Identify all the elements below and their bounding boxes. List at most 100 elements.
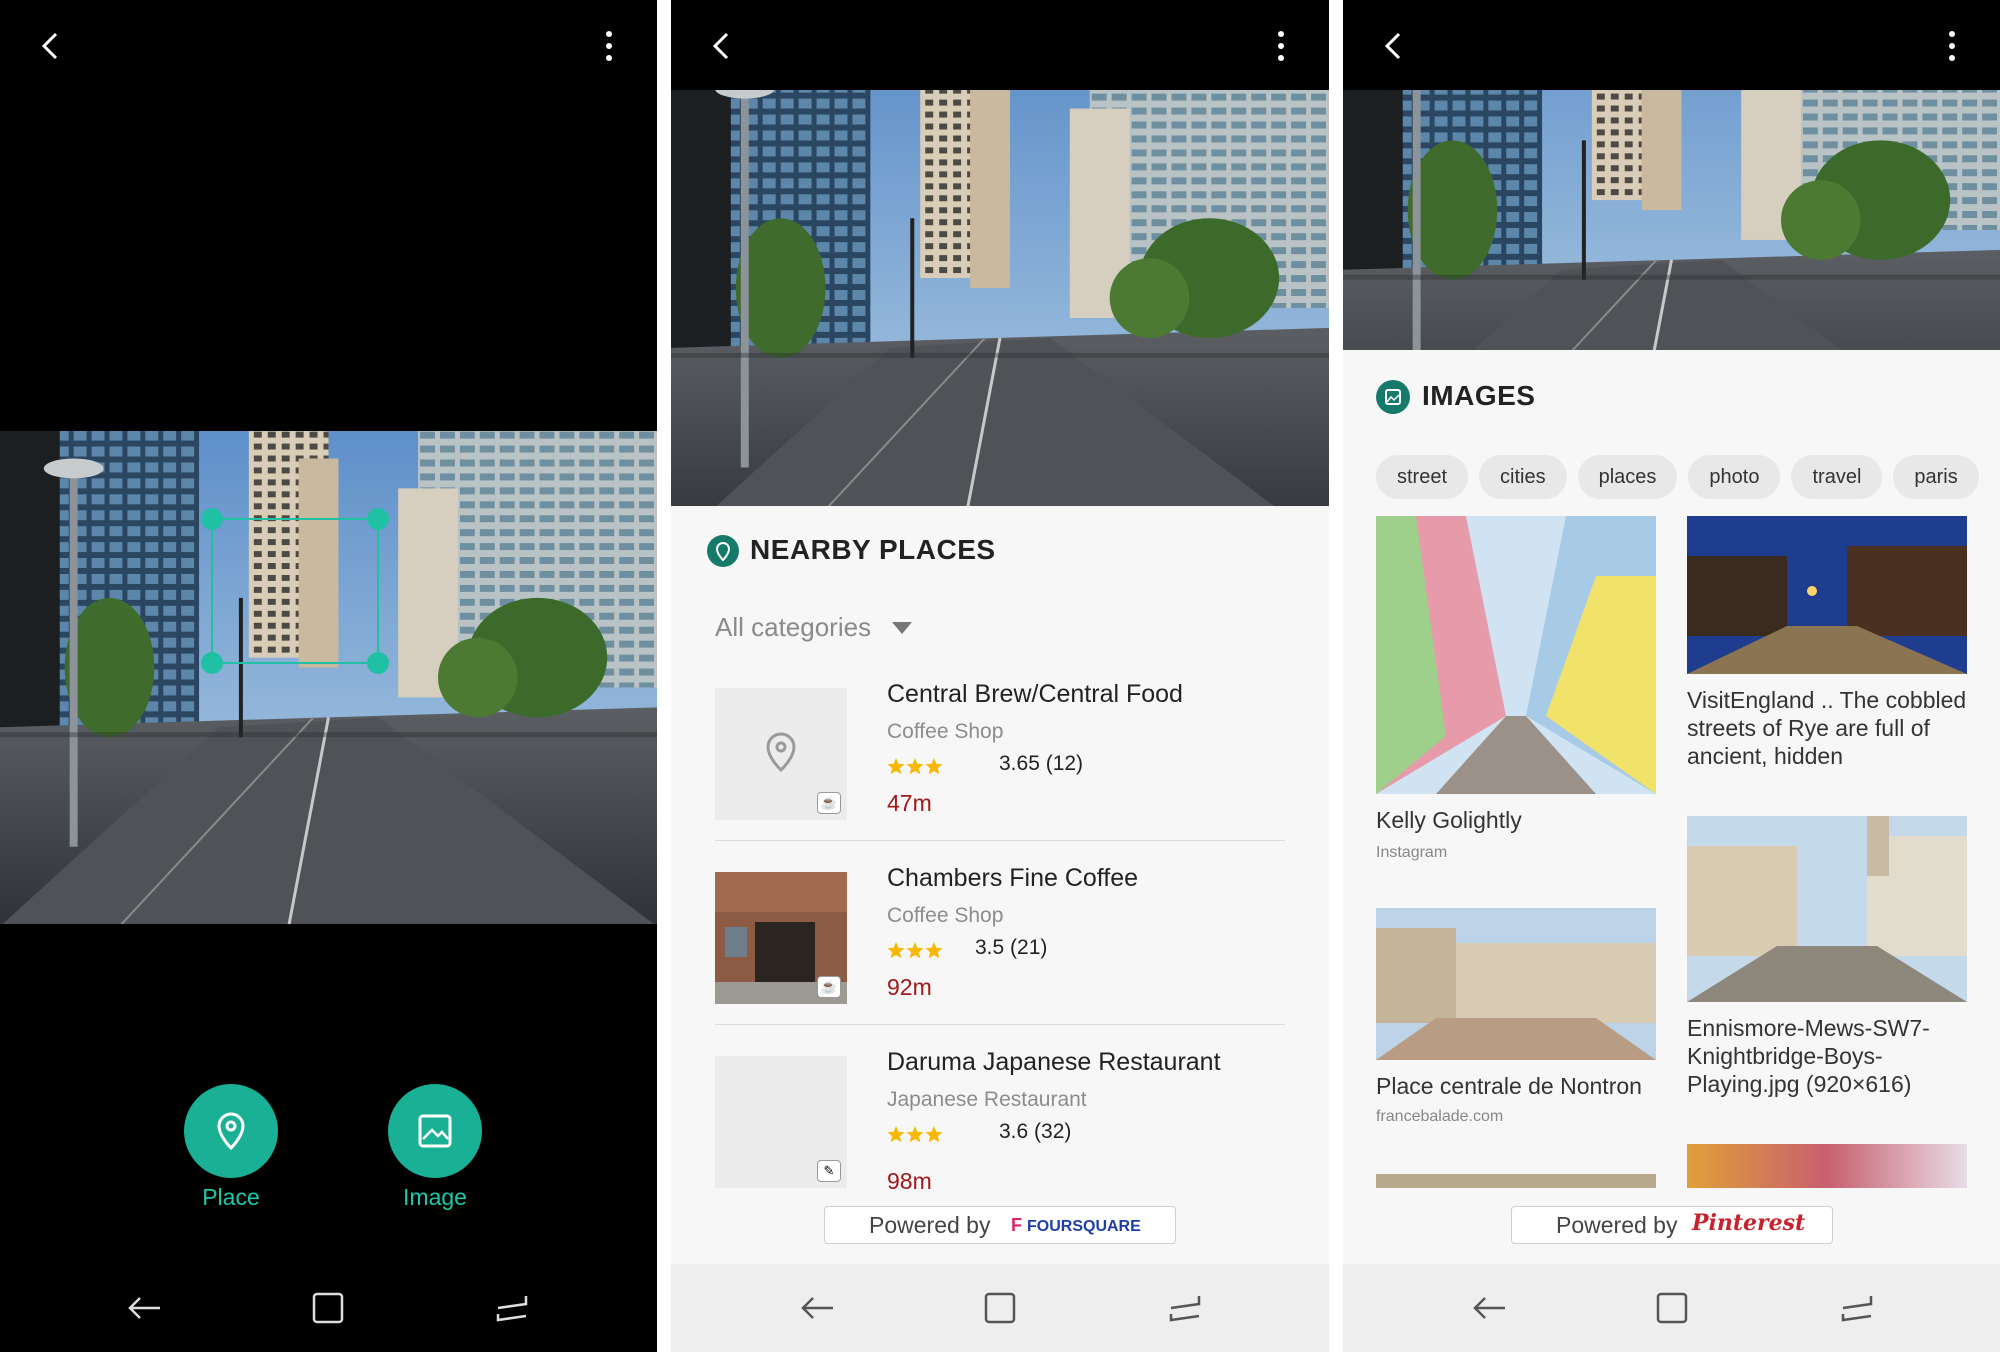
nav-recents-icon[interactable] — [488, 1284, 536, 1332]
star-icon — [925, 1126, 943, 1143]
top-bar — [0, 0, 657, 90]
section-title: IMAGES — [1422, 380, 1536, 411]
scene-photo — [671, 90, 1329, 506]
foursquare-logo: F FOURSQUARE — [1011, 1215, 1141, 1235]
top-bar — [671, 0, 1329, 90]
dropdown-arrow-icon — [892, 622, 913, 634]
nav-back-icon[interactable] — [793, 1284, 841, 1332]
place-category: Coffee Shop — [887, 904, 1004, 927]
image-label: Image — [403, 1184, 467, 1210]
scene-photo — [1343, 90, 2000, 350]
tag-chip[interactable]: paris — [1893, 455, 1979, 499]
crop-handle[interactable] — [367, 652, 389, 674]
category-dropdown[interactable]: All categories — [715, 612, 913, 643]
system-nav-bar — [671, 1264, 1329, 1352]
selection-box[interactable] — [201, 508, 389, 674]
image-caption: VisitEngland .. The cobbled streets of R… — [1687, 687, 1967, 769]
image-icon — [418, 1114, 452, 1148]
images-screen: IMAGES street cities places photo travel pari… — [1343, 0, 2000, 1352]
star-icon — [925, 942, 943, 959]
nav-home-icon[interactable] — [304, 1284, 352, 1332]
image-result-card[interactable]: Place centrale de Nontron francebalade.c… — [1376, 908, 1656, 1128]
result-image — [1376, 516, 1656, 794]
image-result-card[interactable] — [1376, 1174, 1656, 1188]
crop-handle[interactable] — [367, 508, 389, 530]
crop-handle[interactable] — [201, 508, 223, 530]
star-rating — [887, 758, 943, 775]
more-options-icon[interactable] — [1930, 24, 1974, 68]
place-category: Japanese Restaurant — [887, 1088, 1087, 1111]
image-result-card[interactable]: Kelly Golightly Instagram — [1376, 516, 1656, 876]
star-rating — [887, 1126, 962, 1143]
half-star-icon — [945, 1126, 962, 1142]
star-icon — [906, 758, 924, 775]
location-pin-icon — [707, 535, 739, 567]
star-icon — [906, 942, 924, 959]
camera-screen: Place Image — [0, 0, 657, 1352]
place-list-item[interactable]: ☕ Chambers Fine Coffee Coffee Shop 3.5 (… — [715, 854, 1285, 1025]
scene-photo — [0, 431, 657, 924]
system-nav-bar — [1343, 1264, 2000, 1352]
nav-home-icon[interactable] — [976, 1284, 1024, 1332]
place-name: Central Brew/Central Food — [887, 680, 1183, 708]
image-caption: Ennismore-Mews-SW7-Knightbridge-Boys-Pla… — [1687, 1015, 1930, 1097]
powered-by-badge: Powered by F FOURSQUARE — [824, 1206, 1176, 1244]
place-distance: 92m — [887, 974, 932, 1000]
nearby-places-screen: NEARBY PLACES All categories ☕ Central B… — [671, 0, 1329, 1352]
back-arrow-icon[interactable] — [1373, 24, 1417, 68]
nav-back-icon[interactable] — [1465, 1284, 1513, 1332]
more-options-icon[interactable] — [1259, 24, 1303, 68]
crop-handle[interactable] — [201, 652, 223, 674]
powered-by-label: Powered by — [869, 1212, 991, 1238]
place-thumbnail: ☕ — [715, 688, 847, 820]
more-options-icon[interactable] — [587, 24, 631, 68]
place-distance: 98m — [887, 1168, 932, 1194]
category-dropdown-label: All categories — [715, 612, 872, 642]
back-arrow-icon[interactable] — [701, 24, 745, 68]
image-result-card[interactable]: Ennismore-Mews-SW7-Knightbridge-Boys-Pla… — [1687, 816, 1967, 1106]
section-title: NEARBY PLACES — [750, 534, 996, 565]
powered-by-badge: Powered by Pinterest — [1511, 1206, 1833, 1244]
place-label: Place — [202, 1184, 260, 1210]
place-thumbnail: ☕ — [715, 872, 847, 1004]
nav-home-icon[interactable] — [1648, 1284, 1696, 1332]
location-pin-icon — [217, 1112, 245, 1151]
place-category: Coffee Shop — [887, 720, 1004, 743]
place-list-item[interactable]: ✎ Daruma Japanese Restaurant Japanese Re… — [715, 1038, 1285, 1194]
image-button[interactable] — [388, 1084, 482, 1178]
place-thumbnail: ✎ — [715, 1056, 847, 1188]
image-caption: Kelly Golightly — [1376, 807, 1522, 833]
star-icon — [887, 758, 905, 775]
star-icon — [925, 758, 943, 775]
nav-recents-icon[interactable] — [1833, 1284, 1881, 1332]
back-arrow-icon[interactable] — [30, 24, 74, 68]
nav-recents-icon[interactable] — [1161, 1284, 1209, 1332]
image-source: francebalade.com — [1376, 1108, 1504, 1125]
provider-name: Pinterest — [1692, 1210, 1806, 1236]
tag-chip[interactable]: street — [1376, 455, 1469, 499]
chopsticks-icon: ✎ — [817, 1160, 841, 1182]
system-nav-bar — [0, 1264, 657, 1352]
image-result-card[interactable] — [1687, 1144, 1967, 1188]
image-caption: Place centrale de Nontron — [1376, 1073, 1642, 1099]
star-icon — [887, 1126, 905, 1143]
tag-chip[interactable]: photo — [1688, 455, 1781, 499]
place-rating: 3.6 (32) — [999, 1120, 1072, 1143]
coffee-icon: ☕ — [817, 792, 841, 814]
coffee-icon: ☕ — [817, 976, 841, 998]
result-image — [1687, 816, 1967, 1002]
tag-chip[interactable]: travel — [1791, 455, 1883, 499]
tag-chip[interactable]: cities — [1479, 455, 1567, 499]
place-button[interactable] — [184, 1084, 278, 1178]
tag-chip[interactable]: places — [1577, 455, 1678, 499]
star-icon — [887, 942, 905, 959]
provider-name: FOURSQUARE — [1027, 1218, 1141, 1235]
place-name: Daruma Japanese Restaurant — [887, 1048, 1221, 1076]
place-list-item[interactable]: ☕ Central Brew/Central Food Coffee Shop … — [715, 670, 1285, 841]
powered-by-label: Powered by — [1556, 1212, 1678, 1238]
result-image — [1376, 908, 1656, 1060]
image-result-card[interactable]: VisitEngland .. The cobbled streets of R… — [1687, 516, 1967, 776]
nav-back-icon[interactable] — [120, 1284, 168, 1332]
place-rating: 3.65 (12) — [999, 752, 1084, 775]
star-rating — [887, 942, 943, 959]
